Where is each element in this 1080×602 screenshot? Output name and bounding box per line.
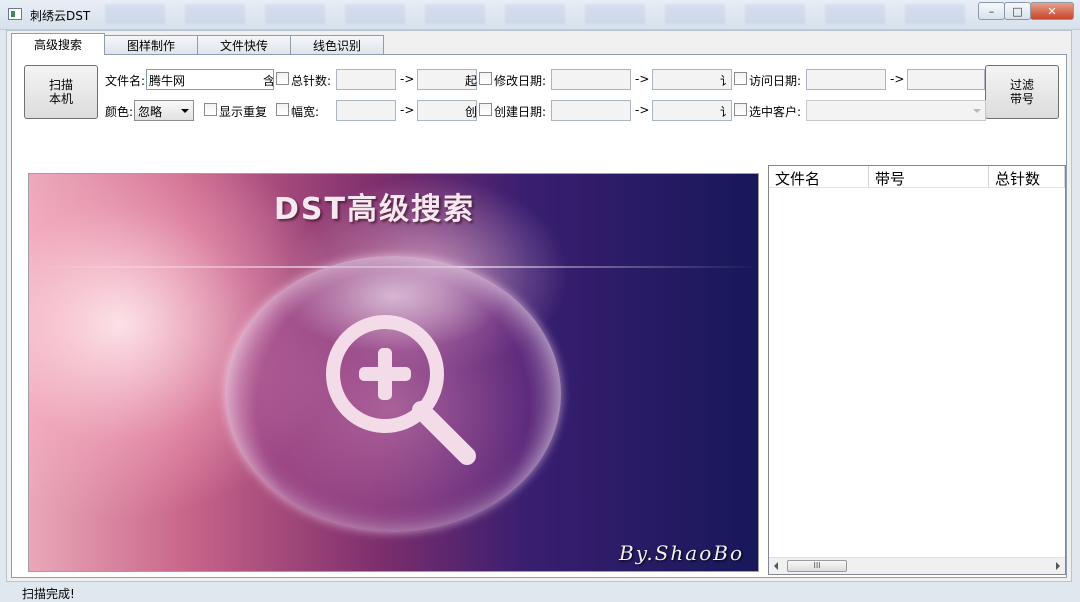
- modify-suffix: 讠: [720, 74, 732, 88]
- scan-button[interactable]: 扫描 本机: [24, 65, 98, 119]
- title-bar: 刺绣云DST – □ ✕: [0, 0, 1080, 30]
- range-arrow: ->: [635, 103, 650, 117]
- create-suffix: 讠: [720, 105, 732, 119]
- main-frame: 高级搜索 图样制作 文件快传 线色识别 扫描 本机 文件名: 腾牛网 含 总针数…: [6, 30, 1072, 601]
- color-label: 颜色:: [105, 105, 134, 119]
- show-duplicates-label: 显示重复: [219, 105, 268, 119]
- color-select[interactable]: 忽略: [134, 100, 194, 121]
- column-stitches[interactable]: 总针数: [989, 166, 1065, 188]
- filename-label: 文件名:: [105, 74, 146, 88]
- close-button[interactable]: ✕: [1030, 2, 1074, 20]
- create-date-start[interactable]: [551, 100, 631, 121]
- minimize-button[interactable]: –: [978, 2, 1005, 20]
- modify-date-start[interactable]: [551, 69, 631, 90]
- select-customer-label: 选中客户:: [749, 105, 802, 119]
- tab-thread-color[interactable]: 线色识别: [290, 35, 385, 55]
- tab-advanced-search[interactable]: 高级搜索: [11, 33, 106, 55]
- status-text: 扫描完成!: [22, 587, 75, 601]
- total-stitches-checkbox[interactable]: [276, 72, 289, 85]
- select-customer-checkbox[interactable]: [734, 103, 747, 116]
- bubble-graphic: [225, 256, 561, 532]
- blurred-taskbar-strip: [105, 4, 965, 24]
- create-date-label: 创建日期:: [494, 105, 547, 119]
- modify-date-checkbox[interactable]: [479, 72, 492, 85]
- total-stitches-min[interactable]: [336, 69, 396, 90]
- tab-strip: 高级搜索 图样制作 文件快传 线色识别: [11, 33, 385, 55]
- total-stitches-label: 总针数:: [291, 74, 332, 88]
- range-arrow: ->: [400, 103, 415, 117]
- tab-file-transfer[interactable]: 文件快传: [197, 35, 292, 55]
- tab-pattern-making[interactable]: 图样制作: [104, 35, 199, 55]
- range-arrow: ->: [400, 72, 415, 86]
- banner-title: DST高级搜索: [274, 192, 475, 227]
- horizontal-scrollbar[interactable]: III: [769, 557, 1065, 574]
- total-suffix: 起: [465, 74, 477, 88]
- scroll-left-icon[interactable]: [774, 562, 778, 570]
- scroll-thumb[interactable]: III: [787, 560, 847, 572]
- access-date-label: 访问日期:: [749, 74, 802, 88]
- column-number[interactable]: 带号: [869, 166, 989, 188]
- create-date-checkbox[interactable]: [479, 103, 492, 116]
- range-arrow: ->: [890, 72, 905, 86]
- banner-image: DST高级搜索 By.ShaoBo: [28, 173, 759, 572]
- filename-input[interactable]: 腾牛网: [146, 69, 274, 90]
- width-label: 幅宽:: [291, 105, 320, 119]
- column-filename[interactable]: 文件名: [769, 166, 869, 188]
- modify-date-label: 修改日期:: [494, 74, 547, 88]
- chevron-down-icon: [973, 109, 981, 113]
- search-panel: 扫描 本机 文件名: 腾牛网 含 总针数: -> 起 修改日期: -> 讠 访问…: [11, 54, 1067, 601]
- access-date-end[interactable]: [907, 69, 985, 90]
- access-date-start[interactable]: [806, 69, 886, 90]
- width-suffix: 创: [465, 105, 477, 119]
- customer-select[interactable]: [806, 100, 986, 121]
- scroll-right-icon[interactable]: [1056, 562, 1060, 570]
- width-min[interactable]: [336, 100, 396, 121]
- show-duplicates-checkbox[interactable]: [204, 103, 217, 116]
- access-date-checkbox[interactable]: [734, 72, 747, 85]
- maximize-button[interactable]: □: [1004, 2, 1031, 20]
- width-checkbox[interactable]: [276, 103, 289, 116]
- window-controls: – □ ✕: [978, 2, 1074, 20]
- filter-number-button[interactable]: 过滤 带号: [985, 65, 1059, 119]
- range-arrow: ->: [635, 72, 650, 86]
- app-icon: [8, 8, 22, 20]
- zoom-in-icon: [326, 315, 476, 465]
- file-list[interactable]: 文件名 带号 总针数 III: [768, 165, 1066, 575]
- chevron-down-icon: [181, 109, 189, 113]
- color-select-value: 忽略: [138, 105, 163, 119]
- window-title: 刺绣云DST: [30, 9, 91, 23]
- banner-signature: By.ShaoBo: [619, 541, 744, 565]
- filename-suffix: 含: [263, 74, 273, 88]
- list-header: 文件名 带号 总针数: [769, 166, 1065, 188]
